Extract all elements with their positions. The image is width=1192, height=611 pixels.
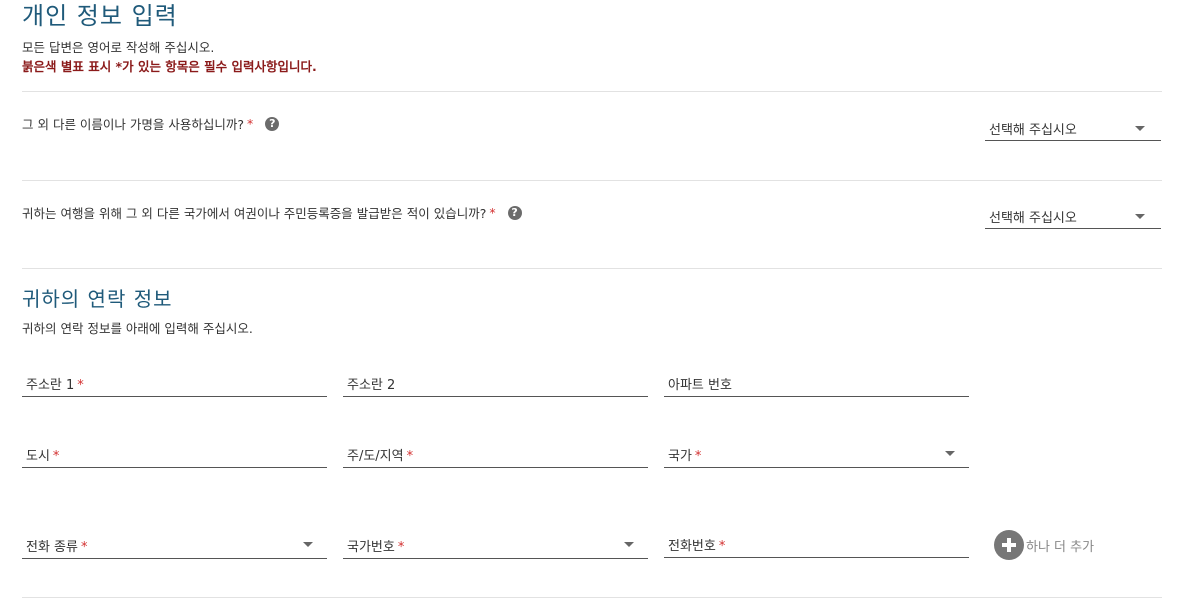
- required-star: *: [77, 378, 84, 393]
- field-label: 전화번호: [668, 539, 716, 554]
- required-note: 붉은색 별표 표시 *가 있는 항목은 필수 입력사항입니다.: [22, 59, 317, 74]
- field-label: 전화 종류: [26, 540, 78, 555]
- required-star: *: [718, 539, 726, 554]
- field-label: 국가: [668, 449, 692, 464]
- chevron-down-icon: [624, 542, 634, 547]
- required-star: *: [80, 540, 88, 555]
- required-star: *: [247, 116, 254, 131]
- field-label: 주/도/지역: [347, 449, 404, 464]
- required-star: *: [489, 205, 496, 220]
- apartment-number-field[interactable]: 아파트 번호: [664, 369, 969, 397]
- contact-instruction: 귀하의 연락 정보를 아래에 입력해 주십시오.: [22, 321, 253, 336]
- chevron-down-icon: [1135, 214, 1145, 219]
- state-field[interactable]: 주/도/지역 *: [343, 440, 648, 468]
- divider: [22, 597, 1162, 598]
- add-phone-label: 하나 더 추가: [1026, 539, 1095, 555]
- question-label: 그 외 다른 이름이나 가명을 사용하십니까?: [22, 117, 245, 132]
- chevron-down-icon: [303, 542, 313, 547]
- help-icon[interactable]: ?: [265, 116, 280, 131]
- city-field[interactable]: 도시 *: [22, 440, 327, 468]
- required-star: *: [397, 540, 405, 555]
- field-label: 아파트 번호: [668, 378, 732, 393]
- help-icon[interactable]: ?: [507, 205, 522, 220]
- plus-circle-icon: [994, 530, 1024, 560]
- required-star: *: [52, 449, 60, 464]
- phone-number-field[interactable]: 전화번호 *: [664, 530, 969, 558]
- field-label: 도시: [26, 449, 50, 464]
- address-line1-field[interactable]: 주소란 1 *: [22, 369, 327, 397]
- question-label: 귀하는 여행을 위해 그 외 다른 국가에서 여권이나 주민등록증을 발급받은 …: [22, 206, 487, 221]
- other-passport-select[interactable]: 선택해 주십시오: [985, 203, 1161, 229]
- field-label: 주소란 1: [26, 378, 75, 393]
- select-value: 선택해 주십시오: [989, 123, 1077, 138]
- divider: [22, 268, 1162, 269]
- select-value: 선택해 주십시오: [989, 211, 1077, 226]
- required-star: *: [406, 449, 414, 464]
- field-label: 국가번호: [347, 540, 395, 555]
- question-other-passport: 귀하는 여행을 위해 그 외 다른 국가에서 여권이나 주민등록증을 발급받은 …: [22, 203, 522, 222]
- chevron-down-icon: [945, 451, 955, 456]
- english-instruction: 모든 답변은 영어로 작성해 주십시오.: [22, 40, 215, 55]
- country-code-select[interactable]: 국가번호 *: [343, 531, 648, 559]
- country-select[interactable]: 국가 *: [664, 440, 969, 468]
- divider: [22, 180, 1162, 181]
- phone-type-select[interactable]: 전화 종류 *: [22, 531, 327, 559]
- field-label: 주소란 2: [347, 378, 396, 393]
- contact-section-title: 귀하의 연락 정보: [22, 287, 173, 311]
- required-star: *: [694, 449, 702, 464]
- other-names-select[interactable]: 선택해 주십시오: [985, 115, 1161, 141]
- question-other-names: 그 외 다른 이름이나 가명을 사용하십니까? * ?: [22, 114, 280, 133]
- add-phone-button[interactable]: 하나 더 추가: [994, 530, 1094, 560]
- chevron-down-icon: [1135, 126, 1145, 131]
- page-title: 개인 정보 입력: [22, 2, 178, 30]
- divider: [22, 91, 1162, 92]
- address-line2-field[interactable]: 주소란 2: [343, 369, 648, 397]
